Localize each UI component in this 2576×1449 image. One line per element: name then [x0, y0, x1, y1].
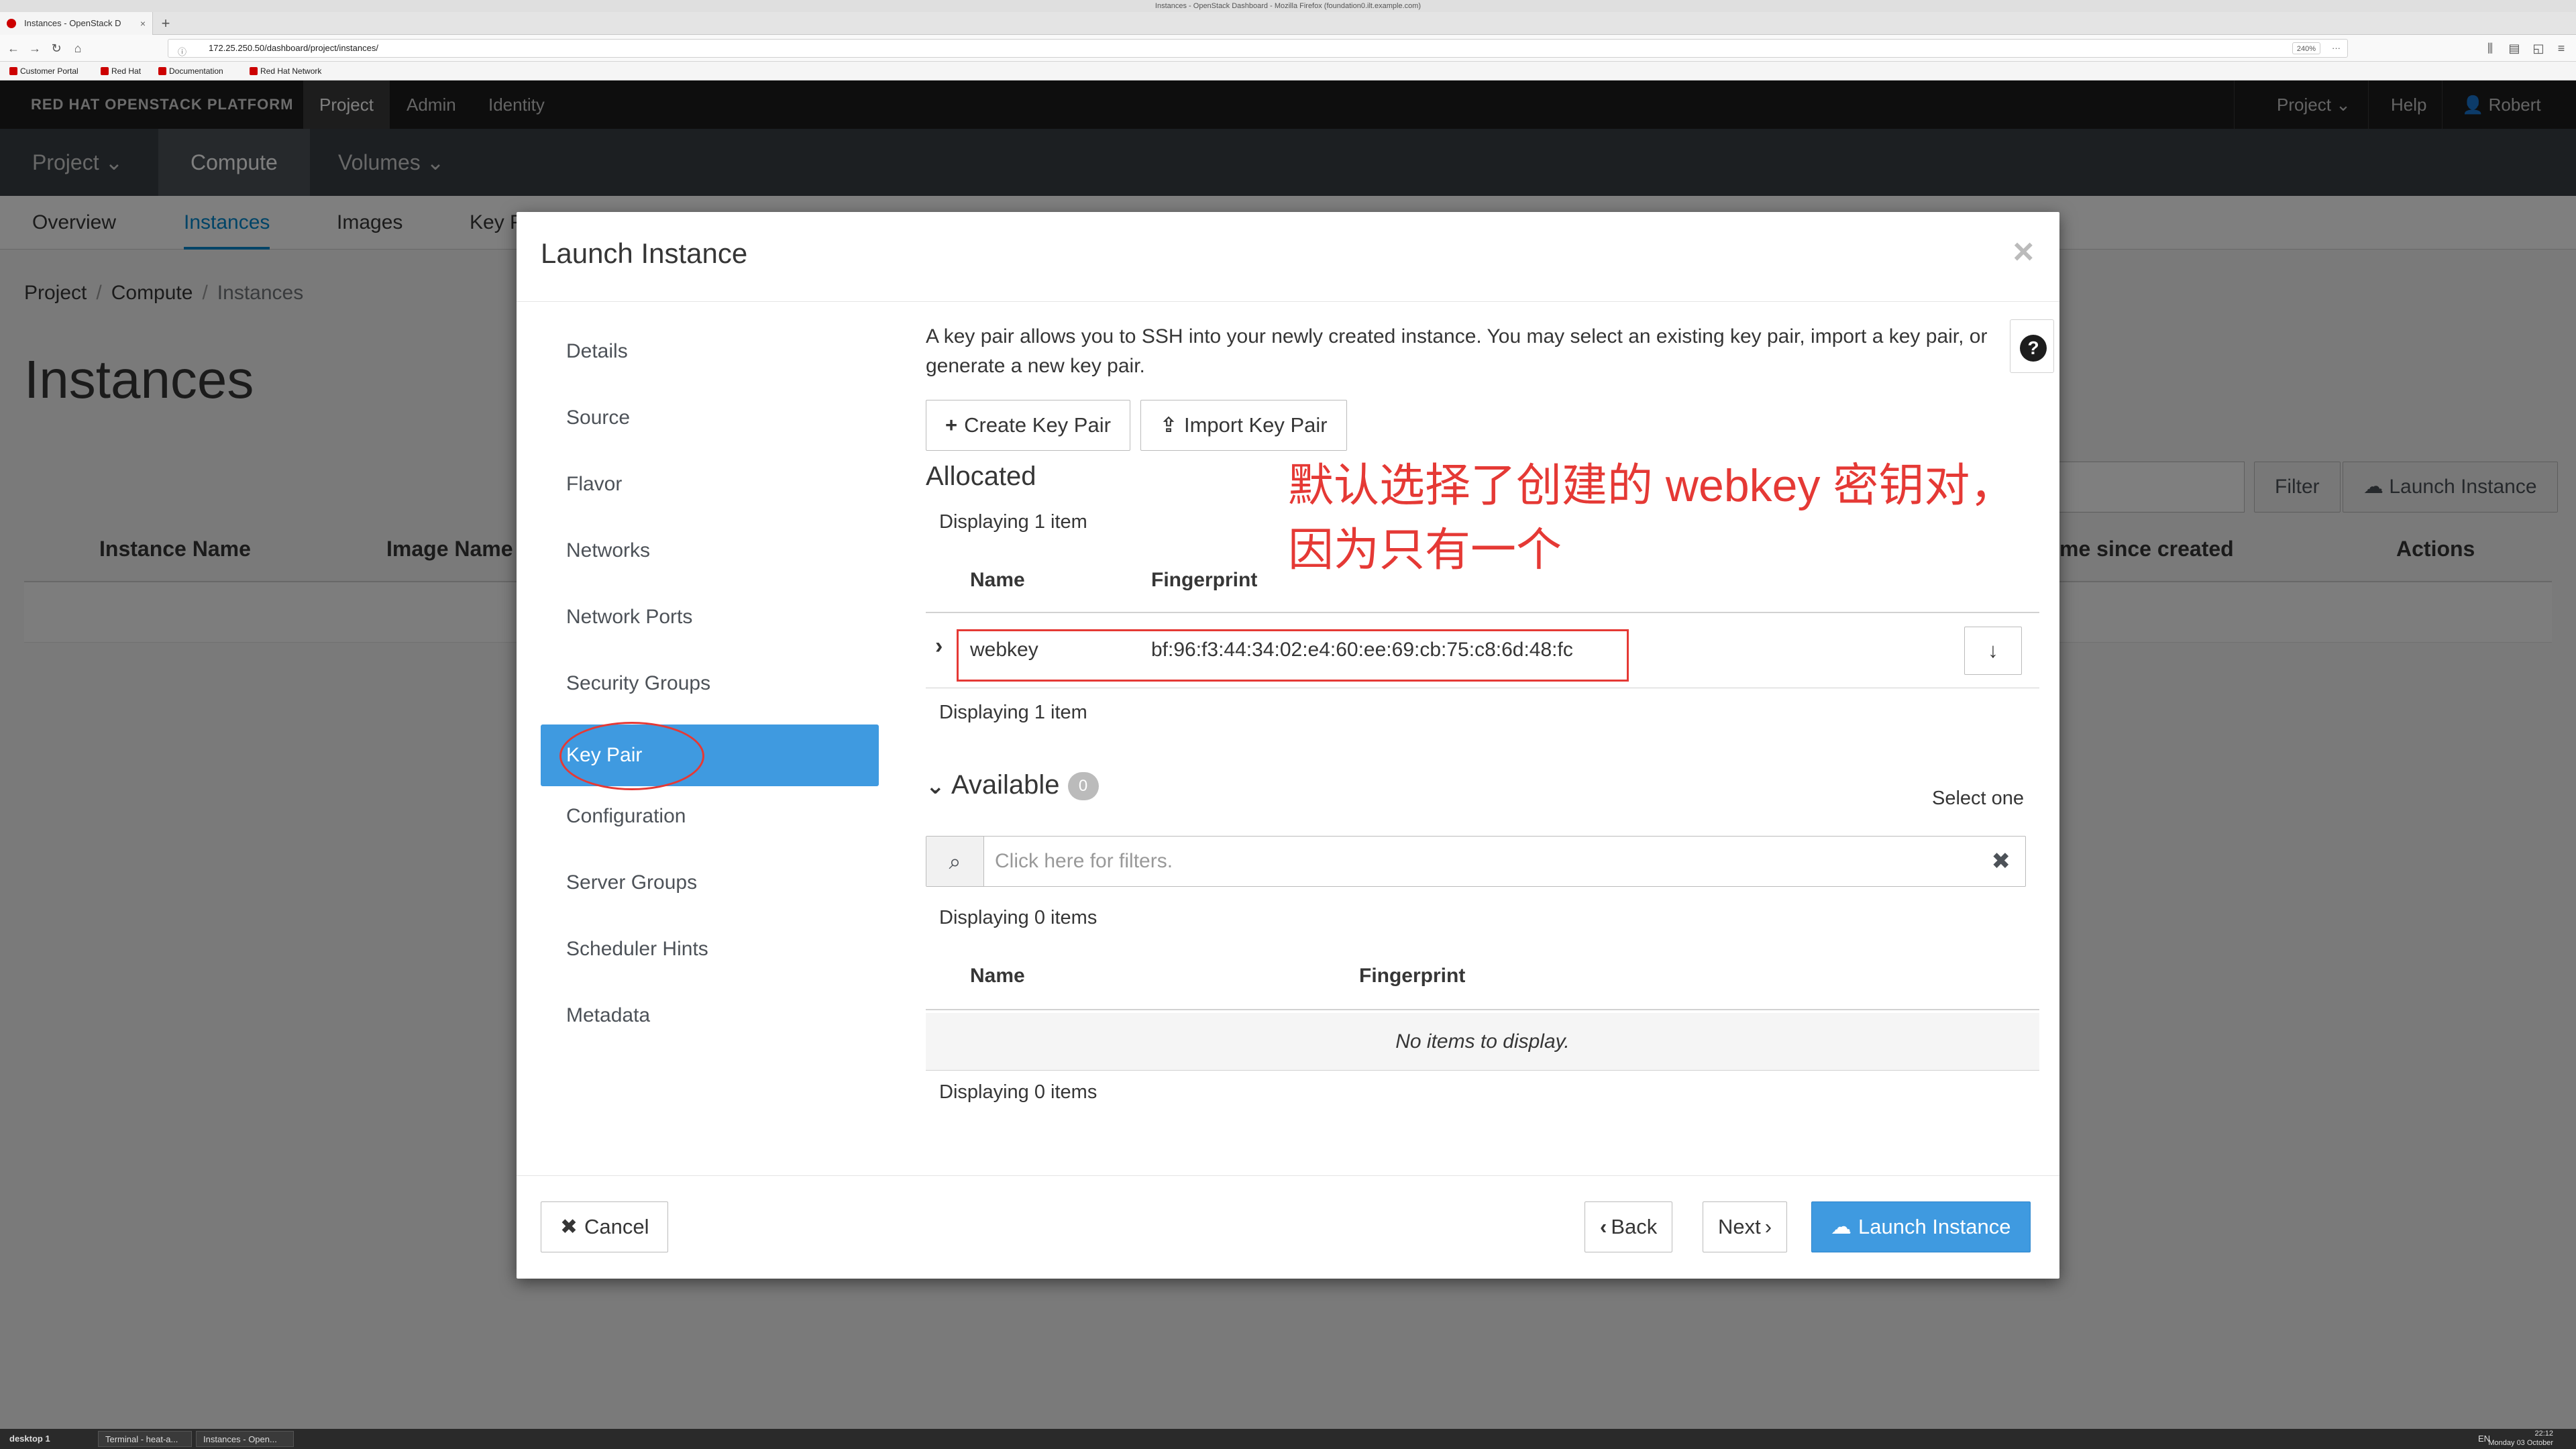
- wizard-step-source[interactable]: Source: [541, 387, 879, 449]
- bookmark-item[interactable]: Customer Portal: [9, 62, 78, 80]
- allocated-col-fingerprint[interactable]: Fingerprint: [1151, 569, 1257, 592]
- import-key-pair-button[interactable]: ⇪ Import Key Pair: [1140, 400, 1347, 451]
- url-bar[interactable]: ⓘ 172.25.250.50/dashboard/project/instan…: [168, 39, 2348, 58]
- wizard-step-networks[interactable]: Networks: [541, 520, 879, 582]
- allocated-col-name[interactable]: Name: [970, 569, 1025, 592]
- modal-footer: ✖ Cancel ‹ Back Next › ☁ Launch Instance: [517, 1175, 2059, 1279]
- deallocate-button[interactable]: ↓: [1964, 627, 2022, 675]
- chevron-left-icon: ‹: [1600, 1215, 1607, 1238]
- available-count-badge: 0: [1067, 772, 1099, 801]
- wizard-step-flavor[interactable]: Flavor: [541, 453, 879, 515]
- navigation-bar: ← → ↻ ⌂ ⓘ 172.25.250.50/dashboard/projec…: [0, 35, 2576, 62]
- chevron-down-icon: ⌄: [926, 773, 951, 799]
- available-col-name[interactable]: Name: [970, 965, 1025, 987]
- close-icon[interactable]: ×: [2012, 231, 2034, 272]
- reload-icon[interactable]: ↻: [48, 40, 64, 56]
- modal-header: Launch Instance ×: [517, 212, 2059, 302]
- import-key-pair-label: Import Key Pair: [1183, 413, 1328, 437]
- bookmark-item[interactable]: Red Hat Network: [250, 62, 321, 80]
- available-count-top: Displaying 0 items: [939, 907, 1097, 928]
- desktop-taskbar: desktop 1 Terminal - heat-a... Instances…: [0, 1429, 2576, 1449]
- dashboard-page: RED HAT OPENSTACK PLATFORM Project Admin…: [0, 80, 2576, 1429]
- help-button[interactable]: ?: [2010, 319, 2054, 373]
- wizard-step-details[interactable]: Details: [541, 321, 879, 382]
- cloud-upload-icon: ☁: [1831, 1215, 1851, 1238]
- allocated-heading: Allocated: [926, 462, 1036, 491]
- clock[interactable]: 22:12 Monday 03 October: [2488, 1429, 2553, 1448]
- back-label: Back: [1611, 1215, 1658, 1238]
- url-text: 172.25.250.50/dashboard/project/instance…: [209, 43, 378, 53]
- launch-instance-modal: Launch Instance × Details Source Flavor …: [517, 212, 2059, 1279]
- question-icon: ?: [2020, 335, 2047, 362]
- bookmarks-toolbar: Customer Portal Red Hat Documentation Re…: [0, 62, 2576, 80]
- available-count-bottom: Displaying 0 items: [939, 1081, 1097, 1103]
- annotation-highlight-box: [957, 629, 1629, 682]
- modal-title: Launch Instance: [541, 237, 748, 269]
- next-label: Next: [1718, 1215, 1761, 1238]
- empty-table-message: No items to display.: [926, 1013, 2039, 1071]
- search-icon: ⌕: [926, 837, 984, 886]
- library-icon[interactable]: ⫼: [2482, 40, 2498, 56]
- annotation-note: 默认选择了创建的 webkey 密钥对，因为只有一个: [1288, 460, 2016, 576]
- taskbar-terminal[interactable]: Terminal - heat-a...: [98, 1431, 192, 1447]
- browser-tab[interactable]: Instances - OpenStack D ×: [0, 12, 153, 35]
- page-actions-icon[interactable]: ···: [2332, 40, 2341, 57]
- sidebar-icon[interactable]: ▤: [2506, 40, 2522, 56]
- chevron-right-small-icon: ›: [1764, 1215, 1772, 1238]
- create-key-pair-label: Create Key Pair: [964, 413, 1111, 437]
- back-button[interactable]: ‹ Back: [1585, 1201, 1673, 1252]
- annotation-circle: [559, 722, 704, 790]
- forward-arrow-icon[interactable]: →: [27, 40, 43, 56]
- taskbar-firefox[interactable]: Instances - Open...: [196, 1431, 294, 1447]
- cancel-x-icon: ✖: [560, 1215, 578, 1238]
- filter-search-bar[interactable]: ⌕ Click here for filters. ✖: [926, 836, 2026, 887]
- wizard-step-security-groups[interactable]: Security Groups: [541, 653, 879, 714]
- available-heading[interactable]: ⌄ Available 0: [926, 770, 1099, 801]
- wizard-step-server-groups[interactable]: Server Groups: [541, 852, 879, 914]
- allocated-count-top: Displaying 1 item: [939, 511, 1087, 533]
- window-titlebar: Instances - OpenStack Dashboard - Mozill…: [0, 0, 2576, 12]
- home-icon[interactable]: ⌂: [70, 40, 86, 56]
- wizard-step-metadata[interactable]: Metadata: [541, 985, 879, 1046]
- cancel-label: Cancel: [584, 1215, 649, 1238]
- bookmark-item[interactable]: Documentation: [158, 62, 223, 80]
- clock-date: Monday 03 October: [2488, 1439, 2553, 1447]
- create-key-pair-button[interactable]: + Create Key Pair: [926, 400, 1130, 451]
- cancel-button[interactable]: ✖ Cancel: [541, 1201, 669, 1252]
- close-tab-icon[interactable]: ×: [140, 12, 146, 35]
- extension-icon[interactable]: ◱: [2530, 40, 2546, 56]
- clear-filter-icon[interactable]: ✖: [1992, 837, 2011, 886]
- launch-instance-button[interactable]: ☁ Launch Instance: [1811, 1201, 2031, 1252]
- key-pair-description: A key pair allows you to SSH into your n…: [926, 325, 1988, 377]
- clock-time: 22:12: [2534, 1430, 2553, 1438]
- info-icon[interactable]: ⓘ: [178, 44, 186, 61]
- select-one-label: Select one: [1932, 788, 2025, 809]
- back-arrow-icon[interactable]: ←: [5, 40, 21, 56]
- launch-instance-label: Launch Instance: [1858, 1215, 2011, 1238]
- zoom-level[interactable]: 240%: [2292, 42, 2320, 54]
- tab-strip: Instances - OpenStack D × +: [0, 12, 2576, 35]
- plus-icon: +: [945, 413, 958, 437]
- wizard-step-scheduler-hints[interactable]: Scheduler Hints: [541, 918, 879, 980]
- new-tab-button[interactable]: +: [156, 12, 176, 35]
- browser-tab-title: Instances - OpenStack D: [24, 18, 121, 28]
- available-col-fingerprint[interactable]: Fingerprint: [1359, 965, 1465, 987]
- bookmark-item[interactable]: Red Hat: [101, 62, 141, 80]
- arrow-down-icon: ↓: [1988, 639, 1998, 662]
- workspace-switcher[interactable]: desktop 1: [3, 1431, 57, 1447]
- search-input[interactable]: Click here for filters.: [995, 837, 1173, 886]
- wizard-step-configuration[interactable]: Configuration: [541, 786, 879, 847]
- available-heading-label: Available: [951, 770, 1060, 800]
- wizard-step-network-ports[interactable]: Network Ports: [541, 586, 879, 648]
- next-button[interactable]: Next ›: [1703, 1201, 1788, 1252]
- chevron-right-icon[interactable]: ›: [935, 633, 943, 659]
- allocated-count-bottom: Displaying 1 item: [939, 702, 1087, 723]
- upload-icon: ⇪: [1160, 413, 1177, 437]
- menu-icon[interactable]: ≡: [2553, 40, 2569, 56]
- favicon-icon: [7, 19, 16, 28]
